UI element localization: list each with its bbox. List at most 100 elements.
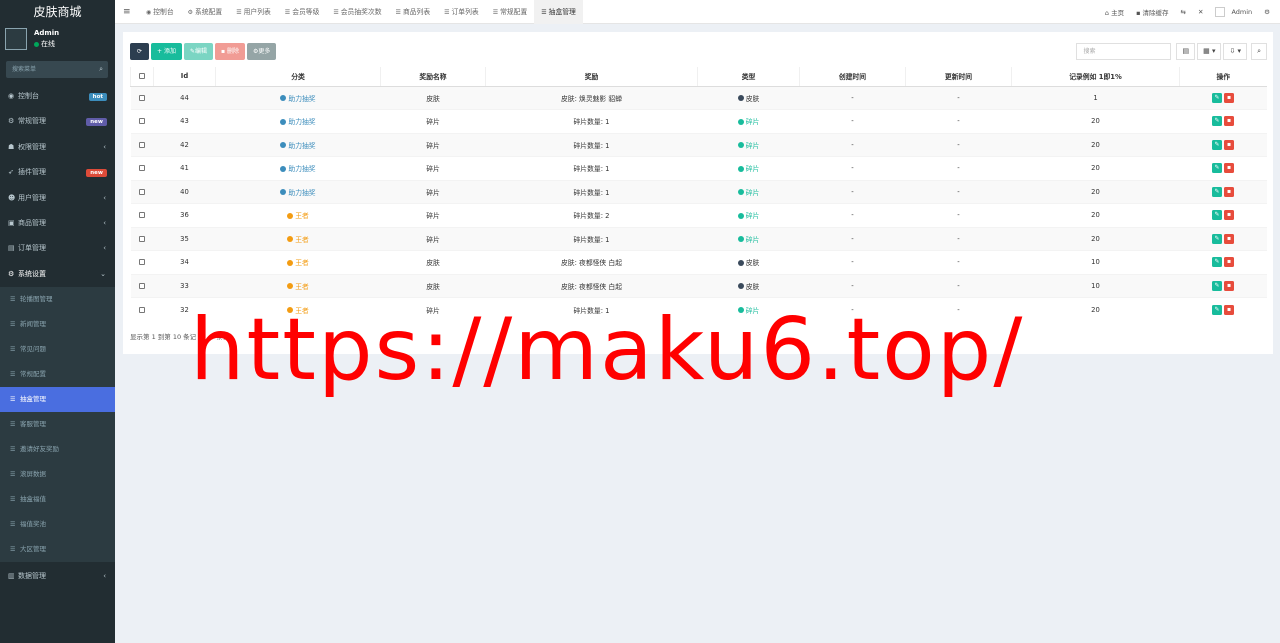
- submenu-item[interactable]: ☰ 客服管理: [0, 412, 115, 437]
- sidebar-toggle-icon[interactable]: ≡: [123, 0, 131, 24]
- type-label[interactable]: 碎片: [746, 189, 760, 197]
- cell-category[interactable]: 助力抽奖: [215, 132, 381, 157]
- refresh-button[interactable]: ⟳: [130, 43, 149, 60]
- col-header-created[interactable]: 创建时间: [799, 67, 906, 87]
- row-checkbox[interactable]: [139, 94, 145, 101]
- cell-category[interactable]: 王者: [215, 226, 381, 251]
- cell-type[interactable]: 碎片: [697, 156, 800, 180]
- row-select-cell[interactable]: [130, 203, 154, 227]
- type-label[interactable]: 皮肤: [746, 259, 760, 267]
- row-checkbox[interactable]: [139, 259, 145, 266]
- edit-row-button[interactable]: ✎: [1212, 163, 1222, 174]
- col-header-type[interactable]: 类型: [697, 67, 800, 87]
- cell-type[interactable]: 皮肤: [697, 250, 800, 274]
- type-label[interactable]: 碎片: [746, 165, 760, 173]
- nav-tab[interactable]: ☰ 会员等级: [278, 0, 327, 24]
- nav-tab[interactable]: ⚙ 系统配置: [181, 0, 230, 24]
- cell-type[interactable]: 碎片: [697, 179, 800, 204]
- nav-tab[interactable]: ☰ 商品列表: [389, 0, 438, 24]
- nav-tab[interactable]: ◉ 控制台: [139, 0, 181, 24]
- user-menu[interactable]: Admin: [1215, 7, 1252, 17]
- sidebar-item[interactable]: ☗ 权限管理 ‹: [0, 135, 115, 160]
- row-checkbox[interactable]: [139, 188, 145, 195]
- sidebar-item[interactable]: ⚙ 系统设置 ⌄: [0, 262, 115, 287]
- sidebar-search-input[interactable]: 搜索菜单 ⌕: [6, 61, 108, 78]
- submenu-item[interactable]: ☰ 邀请好友奖励: [0, 437, 115, 462]
- nav-tab[interactable]: ☰ 常规配置: [486, 0, 535, 24]
- submenu-item[interactable]: ☰ 常规配置: [0, 362, 115, 387]
- row-select-cell[interactable]: [130, 179, 154, 204]
- delete-row-button[interactable]: ▪: [1224, 233, 1234, 244]
- row-checkbox[interactable]: [139, 235, 145, 242]
- export-icon[interactable]: ⇩ ▾: [1223, 43, 1248, 60]
- type-label[interactable]: 碎片: [746, 142, 760, 150]
- cell-category[interactable]: 助力抽奖: [215, 179, 381, 204]
- category-label[interactable]: 助力抽奖: [288, 118, 315, 126]
- category-label[interactable]: 助力抽奖: [288, 95, 315, 103]
- type-label[interactable]: 皮肤: [746, 95, 760, 103]
- sidebar-item[interactable]: ▣ 商品管理 ‹: [0, 211, 115, 236]
- row-checkbox[interactable]: [139, 212, 145, 219]
- cell-category[interactable]: 助力抽奖: [215, 109, 381, 133]
- row-checkbox[interactable]: [139, 141, 145, 148]
- edit-row-button[interactable]: ✎: [1212, 210, 1222, 221]
- delete-row-button[interactable]: ▪: [1224, 186, 1234, 197]
- brand-logo[interactable]: 皮肤商城: [0, 0, 115, 24]
- category-label[interactable]: 王者: [295, 259, 309, 267]
- language-icon[interactable]: ⇆: [1181, 8, 1186, 16]
- submenu-item[interactable]: ☰ 新闻管理: [0, 312, 115, 337]
- table-row[interactable]: 42 助力抽奖 碎片 碎片数量: 1 碎片 - -20 ✎ ▪: [130, 132, 1267, 157]
- table-row[interactable]: 43 助力抽奖 碎片 碎片数量: 1 碎片 - -20 ✎ ▪: [130, 109, 1267, 133]
- type-label[interactable]: 皮肤: [746, 283, 760, 291]
- delete-row-button[interactable]: ▪: [1224, 304, 1234, 315]
- nav-tab[interactable]: ☰ 抽盒管理: [534, 0, 583, 24]
- edit-row-button[interactable]: ✎: [1212, 186, 1222, 197]
- add-button[interactable]: + 添加: [151, 43, 182, 60]
- edit-row-button[interactable]: ✎: [1212, 304, 1222, 315]
- columns-icon[interactable]: ▦ ▾: [1197, 43, 1222, 60]
- row-select-cell[interactable]: [130, 109, 154, 133]
- cell-category[interactable]: 王者: [215, 273, 381, 298]
- category-label[interactable]: 王者: [295, 212, 309, 220]
- edit-row-button[interactable]: ✎: [1212, 139, 1222, 150]
- edit-row-button[interactable]: ✎: [1212, 116, 1222, 127]
- edit-row-button[interactable]: ✎: [1212, 233, 1222, 244]
- clear-cache-button[interactable]: ▪ 清除缓存: [1136, 7, 1168, 17]
- col-header-record[interactable]: 记录例如 1即1%: [1011, 67, 1180, 87]
- type-label[interactable]: 碎片: [746, 236, 760, 244]
- sidebar-item[interactable]: ⚙ 常规管理 new: [0, 109, 115, 134]
- submenu-item[interactable]: ☰ 抽盒福值: [0, 487, 115, 512]
- fullscreen-icon[interactable]: ✕: [1198, 8, 1203, 16]
- table-row[interactable]: 40 助力抽奖 碎片 碎片数量: 1 碎片 - -20 ✎ ▪: [130, 179, 1267, 204]
- cell-category[interactable]: 助力抽奖: [215, 85, 381, 110]
- row-select-cell[interactable]: [130, 156, 154, 180]
- delete-row-button[interactable]: ▪: [1224, 163, 1234, 174]
- edit-row-button[interactable]: ✎: [1212, 92, 1222, 103]
- type-label[interactable]: 碎片: [746, 118, 760, 126]
- table-row[interactable]: 35 王者 碎片 碎片数量: 1 碎片 - -20 ✎ ▪: [130, 226, 1267, 251]
- nav-tab[interactable]: ☰ 用户列表: [229, 0, 278, 24]
- col-header-updated[interactable]: 更新时间: [905, 67, 1012, 87]
- type-label[interactable]: 碎片: [746, 212, 760, 220]
- table-row[interactable]: 33 王者 皮肤 皮肤: 夜都怪侠 白起 皮肤 - -10 ✎ ▪: [130, 273, 1267, 298]
- row-select-cell[interactable]: [130, 226, 154, 251]
- settings-gear-icon[interactable]: ⚙: [1264, 8, 1270, 16]
- search-icon[interactable]: ⌕: [99, 61, 103, 78]
- sidebar-item[interactable]: ◉ 控制台 hot: [0, 84, 115, 109]
- submenu-item[interactable]: ☰ 福值奖池: [0, 512, 115, 537]
- row-select-cell[interactable]: [130, 273, 154, 298]
- category-label[interactable]: 助力抽奖: [288, 142, 315, 150]
- table-row[interactable]: 44 助力抽奖 皮肤 皮肤: 焕灵魅影 貂蝉 皮肤 - -1 ✎ ▪: [130, 85, 1267, 110]
- submenu-item[interactable]: ☰ 抽盒管理: [0, 387, 115, 413]
- more-button[interactable]: ⚙更多: [247, 43, 277, 60]
- cell-category[interactable]: 王者: [215, 250, 381, 274]
- col-header-id[interactable]: Id: [153, 67, 216, 87]
- sidebar-item[interactable]: ➶ 插件管理 new: [0, 160, 115, 185]
- cell-type[interactable]: 碎片: [697, 226, 800, 251]
- table-row[interactable]: 34 王者 皮肤 皮肤: 夜都怪侠 白起 皮肤 - -10 ✎ ▪: [130, 250, 1267, 274]
- col-header-reward-name[interactable]: 奖励名称: [380, 67, 486, 87]
- delete-button[interactable]: ▪ 删除: [215, 43, 245, 60]
- sidebar-item[interactable]: ▤ 订单管理 ‹: [0, 236, 115, 261]
- delete-row-button[interactable]: ▪: [1224, 139, 1234, 150]
- sidebar-item[interactable]: ☻ 用户管理 ‹: [0, 186, 115, 211]
